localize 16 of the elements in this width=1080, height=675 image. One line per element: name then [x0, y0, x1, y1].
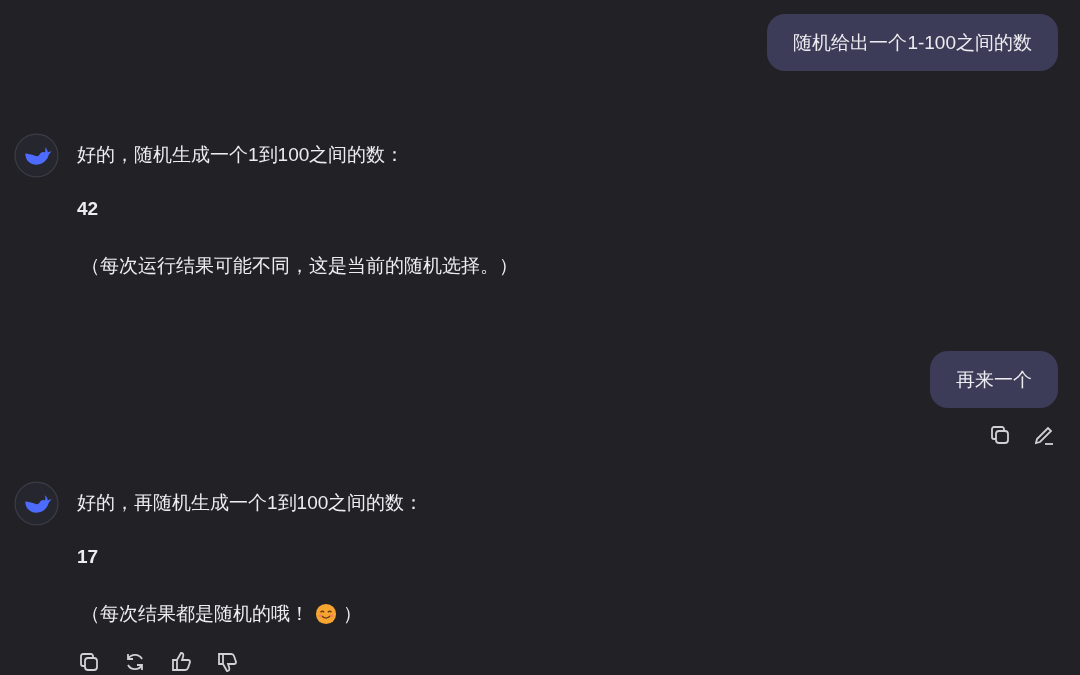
user-message: 随机给出一个1-100之间的数 [767, 14, 1058, 71]
note-text: ） [343, 602, 362, 626]
reply-text: 好的，随机生成一个1到100之间的数： [77, 143, 405, 167]
thumbs-up-icon[interactable] [169, 650, 193, 674]
copy-icon[interactable] [988, 423, 1012, 447]
thumbs-down-icon[interactable] [215, 650, 239, 674]
note-text: （每次运行结果可能不同，这是当前的随机选择。） [81, 254, 518, 278]
reply-text: 好的，再随机生成一个1到100之间的数： [77, 491, 424, 515]
random-number: 42 [77, 197, 99, 221]
whale-avatar-icon [14, 133, 59, 178]
user-message: 再来一个 [930, 351, 1058, 408]
random-number: 17 [77, 545, 99, 569]
whale-avatar-icon [14, 481, 59, 526]
note-text: （每次结果都是随机的哦！ [81, 602, 309, 626]
copy-icon[interactable] [77, 650, 101, 674]
smiling-face-icon [315, 603, 337, 625]
